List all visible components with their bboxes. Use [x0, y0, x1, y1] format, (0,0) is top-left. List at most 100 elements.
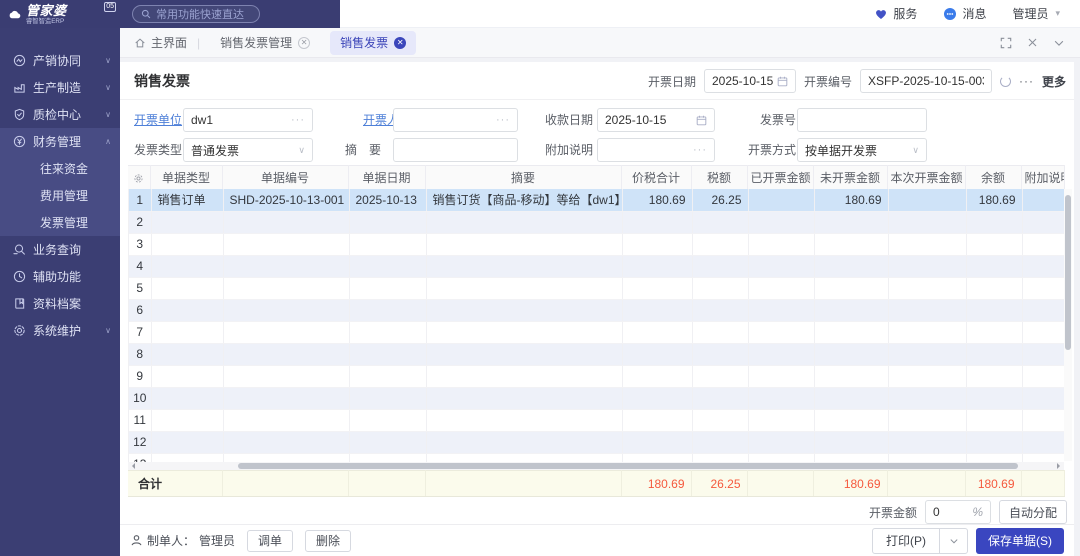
billing-unit-link[interactable]: 开票单位	[134, 108, 182, 132]
table-row[interactable]: 11	[129, 409, 1064, 431]
save-button[interactable]: 保存单据(S)	[976, 528, 1064, 554]
chevron-down-icon[interactable]	[1053, 37, 1065, 49]
fullscreen-icon[interactable]	[1000, 37, 1012, 49]
cell-current[interactable]	[888, 321, 966, 343]
cell-total_with_tax[interactable]: 180.69	[622, 189, 692, 211]
cell-summary[interactable]	[426, 387, 622, 409]
cell-invoiced[interactable]	[748, 431, 814, 453]
cell-total_with_tax[interactable]	[622, 387, 692, 409]
cell-invoiced[interactable]	[748, 321, 814, 343]
cell-invoiced[interactable]	[748, 409, 814, 431]
cell-current[interactable]	[888, 299, 966, 321]
cell-balance[interactable]: 180.69	[966, 189, 1022, 211]
col-header[interactable]: 本次开票金额	[887, 166, 965, 190]
cell-balance[interactable]	[966, 255, 1022, 277]
cell-total_with_tax[interactable]	[622, 299, 692, 321]
cell-type[interactable]	[151, 387, 223, 409]
cell-balance[interactable]	[966, 321, 1022, 343]
messages-button[interactable]: 消息	[943, 5, 986, 22]
quick-search-input[interactable]: 常用功能快速直达	[132, 5, 260, 23]
cell-date[interactable]	[349, 321, 426, 343]
cell-tax[interactable]	[692, 321, 748, 343]
cell-tax[interactable]	[692, 299, 748, 321]
cell-current[interactable]	[888, 409, 966, 431]
table-row[interactable]: 12	[129, 431, 1064, 453]
cell-type[interactable]	[151, 453, 223, 462]
invoice-number-input[interactable]	[797, 108, 927, 132]
col-header[interactable]: 余额	[965, 166, 1021, 190]
close-tab-icon[interactable]: ✕	[298, 37, 310, 49]
cell-code[interactable]: SHD-2025-10-13-001	[223, 189, 349, 211]
cell-date[interactable]	[349, 343, 426, 365]
auto-allocate-button[interactable]: 自动分配	[999, 500, 1067, 524]
cell-current[interactable]	[888, 453, 966, 462]
cell-uninvoiced[interactable]	[814, 409, 888, 431]
cell-extra[interactable]	[1022, 431, 1064, 453]
sidebar-item-system[interactable]: 系统维护∨	[0, 317, 120, 344]
cell-type[interactable]	[151, 277, 223, 299]
cell-summary[interactable]	[426, 299, 622, 321]
cell-total_with_tax[interactable]	[622, 233, 692, 255]
drawer-input[interactable]: ···	[393, 108, 518, 132]
cell-code[interactable]	[223, 343, 349, 365]
print-options-button[interactable]	[939, 529, 967, 553]
table-row[interactable]: 9	[129, 365, 1064, 387]
cell-date[interactable]	[349, 453, 426, 462]
table-row[interactable]: 7	[129, 321, 1064, 343]
cell-total_with_tax[interactable]	[622, 343, 692, 365]
cell-extra[interactable]	[1022, 211, 1064, 233]
sidebar-item-finance[interactable]: 财务管理∧	[0, 128, 120, 155]
invoice-date-input[interactable]: 2025-10-15	[704, 69, 796, 93]
cell-tax[interactable]	[692, 255, 748, 277]
table-row[interactable]: 10	[129, 387, 1064, 409]
col-header[interactable]: 单据日期	[348, 166, 425, 190]
billing-unit-input[interactable]: dw1 ···	[183, 108, 313, 132]
cell-summary[interactable]	[426, 277, 622, 299]
cell-uninvoiced[interactable]	[814, 365, 888, 387]
column-settings[interactable]	[128, 166, 150, 190]
table-row[interactable]: 1销售订单SHD-2025-10-13-0012025-10-13销售订货【商品…	[129, 189, 1064, 211]
cell-date[interactable]	[349, 409, 426, 431]
table-row[interactable]: 4	[129, 255, 1064, 277]
cell-uninvoiced[interactable]	[814, 211, 888, 233]
cell-extra[interactable]	[1022, 321, 1064, 343]
note-input[interactable]: ···	[597, 138, 715, 162]
cell-summary[interactable]	[426, 409, 622, 431]
cell-total_with_tax[interactable]	[622, 453, 692, 462]
cell-code[interactable]	[223, 387, 349, 409]
cell-invoiced[interactable]	[748, 343, 814, 365]
cell-total_with_tax[interactable]	[622, 277, 692, 299]
col-header[interactable]: 附加说明	[1021, 166, 1064, 190]
cell-extra[interactable]	[1022, 277, 1064, 299]
more-button[interactable]: 更多	[1042, 73, 1066, 90]
invoice-no-input[interactable]: XSFP-2025-10-15-003	[860, 69, 992, 93]
cell-tax[interactable]	[692, 233, 748, 255]
cell-summary[interactable]	[426, 321, 622, 343]
cell-date[interactable]	[349, 211, 426, 233]
cell-balance[interactable]	[966, 277, 1022, 299]
cell-summary[interactable]	[426, 431, 622, 453]
close-icon[interactable]	[1027, 37, 1038, 48]
cell-tax[interactable]	[692, 277, 748, 299]
cell-uninvoiced[interactable]	[814, 453, 888, 462]
cell-balance[interactable]	[966, 211, 1022, 233]
cell-total_with_tax[interactable]	[622, 255, 692, 277]
tab-home[interactable]: 主界面	[134, 34, 187, 51]
cell-extra[interactable]	[1022, 255, 1064, 277]
cell-balance[interactable]	[966, 453, 1022, 462]
cell-type[interactable]	[151, 211, 223, 233]
cell-type[interactable]	[151, 431, 223, 453]
cell-total_with_tax[interactable]	[622, 211, 692, 233]
cell-current[interactable]	[888, 431, 966, 453]
cell-code[interactable]	[223, 299, 349, 321]
table-row[interactable]: 8	[129, 343, 1064, 365]
col-header[interactable]: 单据类型	[150, 166, 222, 190]
cell-type[interactable]	[151, 343, 223, 365]
tab-invoice-management[interactable]: 销售发票管理 ✕	[210, 31, 320, 55]
cell-date[interactable]	[349, 365, 426, 387]
allocate-amount-input[interactable]: 0 %	[925, 500, 991, 524]
cell-uninvoiced[interactable]	[814, 343, 888, 365]
sidebar-item-assist[interactable]: 辅助功能	[0, 263, 120, 290]
cell-invoiced[interactable]	[748, 189, 814, 211]
delete-button[interactable]: 删除	[305, 530, 351, 552]
